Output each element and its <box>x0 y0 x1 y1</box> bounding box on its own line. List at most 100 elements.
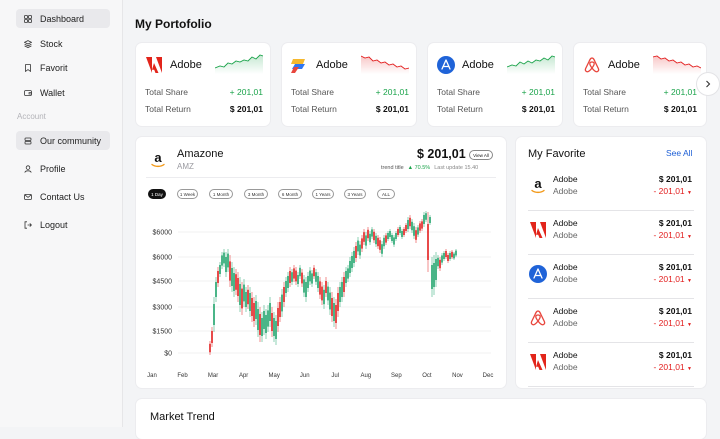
candle-body <box>269 303 271 321</box>
candle-body <box>217 271 219 283</box>
portfolio-card[interactable]: Adobe Total Share + 201,01 Total Return $ … <box>136 43 270 126</box>
candle-body <box>361 238 363 249</box>
account-section-label: Account <box>17 112 46 121</box>
candle-body <box>241 288 243 309</box>
y-tick-label: $1500 <box>153 329 173 336</box>
down-caret-icon: ▼ <box>687 190 692 196</box>
favorite-item[interactable]: Adobe Adobe $ 201,01 - 201,01 ▼ <box>528 299 694 343</box>
total-share-row: Total Share + 201,01 <box>437 87 555 97</box>
favorite-name: Adobe <box>553 350 578 360</box>
favorite-item[interactable]: a Adobe Adobe $ 201,01 - 201,01 ▼ <box>528 167 694 211</box>
portfolio-card[interactable]: Adobe Total Share + 201,01 Total Return $ … <box>428 43 562 126</box>
candle-body <box>413 226 415 236</box>
favorite-sub: Adobe <box>553 186 578 196</box>
x-tick-label: Dec <box>483 373 494 379</box>
sidebar-item-profile[interactable]: Profile <box>16 159 110 178</box>
candle-body <box>411 221 413 231</box>
candle-body <box>381 244 383 254</box>
candle-body <box>351 256 353 268</box>
x-tick-label: Mar <box>208 373 218 379</box>
sidebar-item-label: Dashboard <box>40 13 85 24</box>
page-title: My Portofolio <box>135 17 212 31</box>
sidebar-item-logout[interactable]: Logout <box>16 215 110 234</box>
candle-body <box>449 253 451 259</box>
next-arrow-button[interactable] <box>697 73 719 95</box>
candle-body <box>343 277 345 292</box>
candle-body <box>357 240 359 252</box>
portfolio-card[interactable]: Adobe Total Share + 201,01 Total Return $ … <box>282 43 416 126</box>
candle-body <box>385 235 387 243</box>
candle-body <box>287 276 289 288</box>
favorite-change: - 201,01 ▼ <box>653 230 692 240</box>
sidebar-item-label: Wallet <box>40 87 65 98</box>
candle-body <box>297 275 299 284</box>
total-share-label: Total Share <box>145 87 188 97</box>
candle-body <box>261 318 263 336</box>
candle-body <box>403 229 405 235</box>
candle-body <box>267 310 269 327</box>
favorite-item[interactable]: Adobe Adobe $ 201,01 - 201,01 ▼ <box>528 255 694 299</box>
x-tick-label: Feb <box>177 373 188 379</box>
main-chart-card: a Amazone AMZ $ 201,01 View All trend ti… <box>136 137 506 388</box>
candle-body <box>227 253 229 268</box>
candle-body <box>337 293 339 311</box>
total-share-value: + 201,01 <box>375 87 409 97</box>
total-share-value: + 201,01 <box>663 87 697 97</box>
down-caret-icon: ▼ <box>687 234 692 240</box>
candle-body <box>417 227 419 235</box>
sidebar-item-stock[interactable]: Stock <box>16 34 110 53</box>
candle-body <box>313 267 315 277</box>
candle-body <box>395 233 397 239</box>
x-tick-label: Aug <box>360 373 371 379</box>
candle-body <box>305 282 307 297</box>
favorite-item[interactable]: Adobe Adobe $ 201,01 - 201,01 ▼ <box>528 343 694 387</box>
favorite-name: Adobe <box>553 174 578 184</box>
see-all-link[interactable]: See All <box>666 148 692 158</box>
candle-body <box>441 255 443 263</box>
candle-body <box>367 229 369 239</box>
candle-body <box>359 244 361 256</box>
total-share-row: Total Share + 201,01 <box>583 87 697 97</box>
candle-body <box>275 321 277 339</box>
stock-name: Adobe <box>316 59 348 71</box>
candle-body <box>323 289 325 305</box>
candle-body <box>231 268 233 286</box>
candle-body <box>419 223 421 231</box>
total-share-label: Total Share <box>291 87 334 97</box>
total-return-row: Total Return $ 201,01 <box>291 104 409 114</box>
candle-body <box>243 284 245 302</box>
total-share-row: Total Share + 201,01 <box>291 87 409 97</box>
sidebar-item-favorit[interactable]: Favorit <box>16 58 110 77</box>
candle-body <box>429 217 431 223</box>
total-return-label: Total Return <box>437 104 483 114</box>
favorite-item[interactable]: Adobe Adobe $ 201,01 - 201,01 ▼ <box>528 211 694 255</box>
total-return-value: $ 201,01 <box>375 104 409 114</box>
candle-body <box>315 272 317 282</box>
sparkline-up <box>215 54 263 74</box>
total-return-label: Total Return <box>291 104 337 114</box>
candle-body <box>281 294 283 312</box>
candle-body <box>447 255 449 261</box>
candle-body <box>211 331 213 343</box>
sidebar-item-contact[interactable]: Contact Us <box>16 187 110 206</box>
chevron-right-icon <box>706 80 711 88</box>
x-tick-label: Sep <box>391 373 402 379</box>
favorite-sub: Adobe <box>553 318 578 328</box>
sidebar-item-community[interactable]: Our community <box>16 131 110 150</box>
candle-body <box>407 220 409 229</box>
sidebar-item-wallet[interactable]: Wallet <box>16 83 110 102</box>
portfolio-card[interactable]: Adobe Total Share + 201,01 Total Return $ … <box>574 43 706 126</box>
candle-body <box>399 227 401 233</box>
candle-body <box>353 251 355 263</box>
candle-body <box>329 292 331 310</box>
sidebar-item-dashboard[interactable]: Dashboard <box>16 9 110 28</box>
sparkline-up <box>507 55 555 74</box>
candle-body <box>355 246 357 258</box>
sidebar-item-label: Our community <box>40 135 102 146</box>
x-tick-label: Nov <box>452 373 463 379</box>
candle-body <box>445 251 447 257</box>
candle-body <box>341 282 343 297</box>
airbnb-logo-icon <box>584 57 600 73</box>
candle-body <box>453 253 455 259</box>
candle-body <box>209 343 211 353</box>
